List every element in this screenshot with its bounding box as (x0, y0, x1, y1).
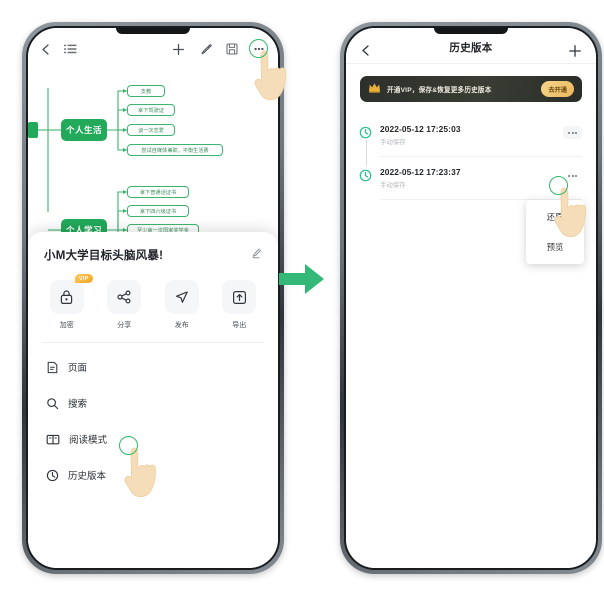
action-share[interactable]: 分享 (100, 280, 148, 330)
vip-badge: VIP (74, 274, 93, 283)
version-type: 手动保存 (380, 182, 406, 189)
version-info: 2022-05-12 17:25:03 手动保存 (380, 124, 563, 146)
menu-item-page[interactable]: 页面 (28, 349, 278, 385)
action-label-encrypt: 加密 (59, 322, 74, 329)
book-icon (46, 433, 60, 446)
mindmap-root-node[interactable]: 个人生活 (61, 119, 107, 141)
menu-label-search: 搜索 (68, 399, 88, 410)
mindmap-child-label: 支教 (140, 88, 152, 95)
vip-banner-text: 开通VIP，保存&恢复更多历史版本 (387, 87, 492, 94)
chevron-left-icon[interactable] (40, 43, 51, 56)
action-label-export: 导出 (232, 322, 247, 329)
vip-banner[interactable]: 开通VIP，保存&恢复更多历史版本 去开通 (360, 76, 582, 102)
arrow-right-icon (279, 262, 325, 301)
action-publish[interactable]: 发布 (158, 280, 206, 330)
clock-icon (359, 169, 372, 187)
action-tile-encrypt: VIP (49, 274, 93, 314)
menu-label-reading-mode: 阅读模式 (69, 435, 108, 446)
action-label-publish: 发布 (174, 322, 189, 329)
outline-list-icon[interactable] (64, 44, 77, 55)
share-icon (117, 290, 131, 304)
action-tile-share (107, 280, 142, 314)
send-icon (175, 291, 188, 303)
version-row[interactable]: 2022-05-12 17:25:03 手动保存 (346, 114, 596, 166)
mindmap-child-label: 拿下普通话证书 (139, 189, 177, 196)
brush-icon[interactable] (199, 43, 212, 56)
mindmap-child-node[interactable]: 谈一次恋爱 (127, 124, 175, 136)
version-type: 手动保存 (380, 139, 406, 146)
plus-icon[interactable] (172, 43, 185, 56)
sheet-title: 小M大学目标头脑风暴! (44, 250, 164, 262)
vip-cta-button[interactable]: 去开通 (541, 81, 574, 97)
action-encrypt[interactable]: VIP 加密 (43, 274, 93, 330)
tap-ring-version-more (549, 176, 568, 195)
export-icon (232, 290, 246, 304)
action-tile-export (222, 280, 257, 314)
sheet-title-row: 小M大学目标头脑风暴! (28, 232, 278, 276)
lock-icon (61, 290, 73, 305)
tap-ring-toolbar-more (249, 39, 268, 58)
right-phone-screen: 历史版本 开通VIP，保存&恢复更多历史版本 去开通 2022-05-12 17… (346, 28, 596, 568)
chevron-left-icon[interactable] (360, 44, 371, 57)
quick-actions-row: VIP 加密 分享 发布 导出 (28, 274, 278, 340)
mindmap-child-label: 谈一次恋爱 (138, 127, 164, 134)
mindmap-root-label: 个人生活 (65, 125, 102, 135)
page-title: 历史版本 (449, 42, 493, 54)
version-info: 2022-05-12 17:23:37 手动保存 (380, 167, 563, 189)
plus-icon[interactable] (568, 44, 582, 58)
phone-notch-right (434, 28, 508, 34)
mindmap-child-node[interactable]: 支教 (127, 85, 165, 97)
tap-ring-history-menu (119, 436, 138, 455)
search-icon (46, 397, 59, 410)
mindmap-child-label: 拿下驾驶证 (138, 107, 164, 114)
mindmap-child-node[interactable]: 拿下四六级证书 (127, 205, 189, 217)
version-timestamp: 2022-05-12 17:23:37 (380, 167, 461, 177)
page-icon (46, 361, 59, 374)
screenshot-stage: 个人生活 支教 拿下驾驶证 谈一次恋爱 尝试自媒体兼职，平衡生活费 个人学习 拿… (0, 0, 604, 599)
mindmap-child-label: 尝试自媒体兼职，平衡生活费 (141, 147, 209, 154)
phone-notch-left (116, 28, 190, 34)
right-phone-inner: 历史版本 开通VIP，保存&恢复更多历史版本 去开通 2022-05-12 17… (344, 26, 598, 570)
menu-item-search[interactable]: 搜索 (28, 385, 278, 421)
menu-label-page: 页面 (68, 363, 88, 374)
clock-icon (46, 469, 59, 482)
action-export[interactable]: 导出 (215, 280, 263, 330)
mindmap-child-node[interactable]: 拿下普通话证书 (127, 186, 189, 198)
mindmap-child-label: 拿下四六级证书 (139, 208, 177, 215)
mindmap-child-node[interactable]: 拿下驾驶证 (127, 104, 175, 116)
crown-icon (368, 82, 381, 96)
mindmap-child-node[interactable]: 尝试自媒体兼职，平衡生活费 (127, 144, 223, 156)
save-floppy-icon[interactable] (226, 43, 238, 55)
menu-label-history: 历史版本 (68, 471, 107, 482)
action-tile-publish (164, 280, 199, 314)
options-bottom-sheet: 小M大学目标头脑风暴! VIP 加密 分享 发布 导出 页面 搜索 阅读模式 历… (28, 232, 278, 568)
version-timestamp: 2022-05-12 17:25:03 (380, 124, 461, 134)
action-label-share: 分享 (117, 322, 132, 329)
pencil-icon[interactable] (250, 246, 262, 264)
right-phone-frame: 历史版本 开通VIP，保存&恢复更多历史版本 去开通 2022-05-12 17… (340, 22, 602, 574)
more-dots-icon[interactable] (563, 126, 582, 139)
